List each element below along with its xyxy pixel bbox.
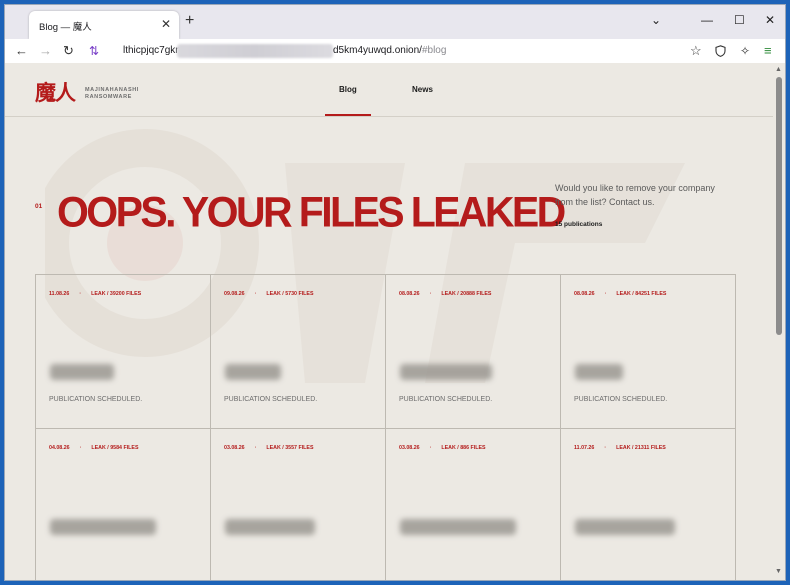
hero-description: Would you like to remove your company fr… <box>555 183 715 207</box>
url-prefix: lthicpjqc7gkn <box>123 45 181 56</box>
site-logo[interactable]: 魔人 <box>35 77 76 107</box>
card-status: PUBLICATION SCHEDULED. <box>224 396 318 403</box>
card-redacted-name <box>575 364 623 380</box>
menu-icon[interactable]: ≡ <box>764 42 772 60</box>
card-status: PUBLICATION SCHEDULED. <box>574 396 668 403</box>
card-meta: 08.08.26 · LEAK / 20888 FILES <box>399 291 492 297</box>
tab-bar: Blog — 魔人 ✕ + ⌄ — ☐ ✕ <box>5 5 785 39</box>
scroll-up-icon[interactable]: ▲ <box>775 66 782 73</box>
publication-card[interactable]: 11.07.26 · LEAK / 21311 FILES <box>561 429 736 580</box>
card-leak-size: LEAK / 20888 FILES <box>441 291 492 297</box>
minimize-icon[interactable]: — <box>701 13 713 27</box>
url-hash: #blog <box>421 45 447 56</box>
card-leak-size: LEAK / 886 FILES <box>441 445 486 451</box>
forward-icon[interactable]: → <box>39 42 52 60</box>
publication-card[interactable]: 09.08.26 · LEAK / 5730 FILES PUBLICATION S… <box>211 275 386 429</box>
card-leak-size: LEAK / 3557 FILES <box>266 445 314 451</box>
card-date: 11.07.26 <box>574 445 595 451</box>
hero-title: OOPS. YOUR FILES LEAKED <box>57 187 566 237</box>
publication-card[interactable]: 03.08.26 · LEAK / 3557 FILES <box>211 429 386 580</box>
card-date: 04.08.26 <box>49 445 70 451</box>
brand-name: MAJINAHANASHI <box>85 87 139 93</box>
card-meta: 11.07.26 · LEAK / 21311 FILES <box>574 445 666 451</box>
publication-card[interactable]: 04.08.26 · LEAK / 9584 FILES <box>36 429 211 580</box>
brand-tagline: RANSOMWARE <box>85 94 132 100</box>
card-meta: 11.08.26 · LEAK / 39200 FILES <box>49 291 142 297</box>
url-redacted-segment <box>177 44 333 58</box>
nav-bar: ← → ↻ ⇅ lthicpjqc7gkn d5km4yuwqd.onion/#… <box>5 39 785 63</box>
extensions-icon[interactable]: ✧ <box>740 42 750 60</box>
card-status: PUBLICATION SCHEDULED. <box>49 396 143 403</box>
card-date: 08.08.26 <box>399 291 420 297</box>
publication-card[interactable]: 08.08.26 · LEAK / 20888 FILES PUBLICATION … <box>386 275 561 429</box>
section-number: 01 <box>35 203 43 210</box>
tab-close-icon[interactable]: ✕ <box>161 16 171 32</box>
page-scrollbar[interactable]: ▲ ▼ <box>773 63 785 580</box>
card-date: 09.08.26 <box>224 291 245 297</box>
card-meta: 03.08.26 · LEAK / 886 FILES <box>399 445 486 451</box>
onion-site-icon[interactable]: ⇅ <box>89 42 99 60</box>
card-leak-size: LEAK / 84251 FILES <box>616 291 667 297</box>
publications-grid: 11.08.26 · LEAK / 39200 FILES PUBLICATION … <box>35 274 736 580</box>
address-bar[interactable]: ⇅ lthicpjqc7gkn d5km4yuwqd.onion/#blog <box>85 41 645 61</box>
publication-card[interactable]: 11.08.26 · LEAK / 39200 FILES PUBLICATION … <box>36 275 211 429</box>
card-meta: 09.08.26 · LEAK / 5730 FILES <box>224 291 314 297</box>
nav-news[interactable]: News <box>412 85 433 94</box>
publication-card[interactable]: 08.08.26 · LEAK / 84251 FILES PUBLICATION … <box>561 275 736 429</box>
new-tab-button[interactable]: + <box>185 12 194 30</box>
reload-icon[interactable]: ↻ <box>63 42 74 60</box>
nav-blog[interactable]: Blog <box>339 85 357 94</box>
card-meta: 08.08.26 · LEAK / 84251 FILES <box>574 291 667 297</box>
card-redacted-name <box>225 519 315 535</box>
scrollbar-thumb[interactable] <box>776 77 782 335</box>
tab-blog[interactable]: Blog — 魔人 ✕ <box>29 11 179 39</box>
card-leak-size: LEAK / 9584 FILES <box>91 445 139 451</box>
tab-title: Blog — 魔人 <box>39 22 92 33</box>
card-leak-size: LEAK / 5730 FILES <box>266 291 314 297</box>
shield-icon[interactable] <box>715 42 726 62</box>
card-redacted-name <box>50 519 156 535</box>
back-icon[interactable]: ← <box>15 42 28 60</box>
card-redacted-name <box>575 519 675 535</box>
header-divider <box>5 116 773 117</box>
close-window-icon[interactable]: ✕ <box>765 13 775 27</box>
card-meta: 04.08.26 · LEAK / 9584 FILES <box>49 445 139 451</box>
publication-card[interactable]: 03.08.26 · LEAK / 886 FILES <box>386 429 561 580</box>
bookmark-star-icon[interactable]: ☆ <box>690 42 702 60</box>
card-leak-size: LEAK / 21311 FILES <box>616 445 666 451</box>
card-redacted-name <box>50 364 114 380</box>
card-meta: 03.08.26 · LEAK / 3557 FILES <box>224 445 314 451</box>
card-redacted-name <box>225 364 281 380</box>
list-tabs-icon[interactable]: ⌄ <box>651 13 661 27</box>
maximize-icon[interactable]: ☐ <box>734 13 745 27</box>
card-leak-size: LEAK / 39200 FILES <box>91 291 142 297</box>
page-content: 魔人 MAJINAHANASHI RANSOMWARE Blog News 01… <box>5 63 773 580</box>
publication-count: 15 publications <box>555 221 603 228</box>
url-domain: d5km4yuwqd.onion/ <box>333 45 422 56</box>
card-status: PUBLICATION SCHEDULED. <box>399 396 493 403</box>
card-date: 03.08.26 <box>224 445 245 451</box>
card-redacted-name <box>400 364 492 380</box>
browser-window: Blog — 魔人 ✕ + ⌄ — ☐ ✕ ← → ↻ ⇅ lthicpjqc7… <box>4 4 786 581</box>
card-date: 11.08.26 <box>49 291 70 297</box>
card-date: 03.08.26 <box>399 445 420 451</box>
scroll-down-icon[interactable]: ▼ <box>775 568 782 575</box>
url-suffix: d5km4yuwqd.onion/#blog <box>333 45 446 56</box>
card-redacted-name <box>400 519 516 535</box>
card-date: 08.08.26 <box>574 291 595 297</box>
